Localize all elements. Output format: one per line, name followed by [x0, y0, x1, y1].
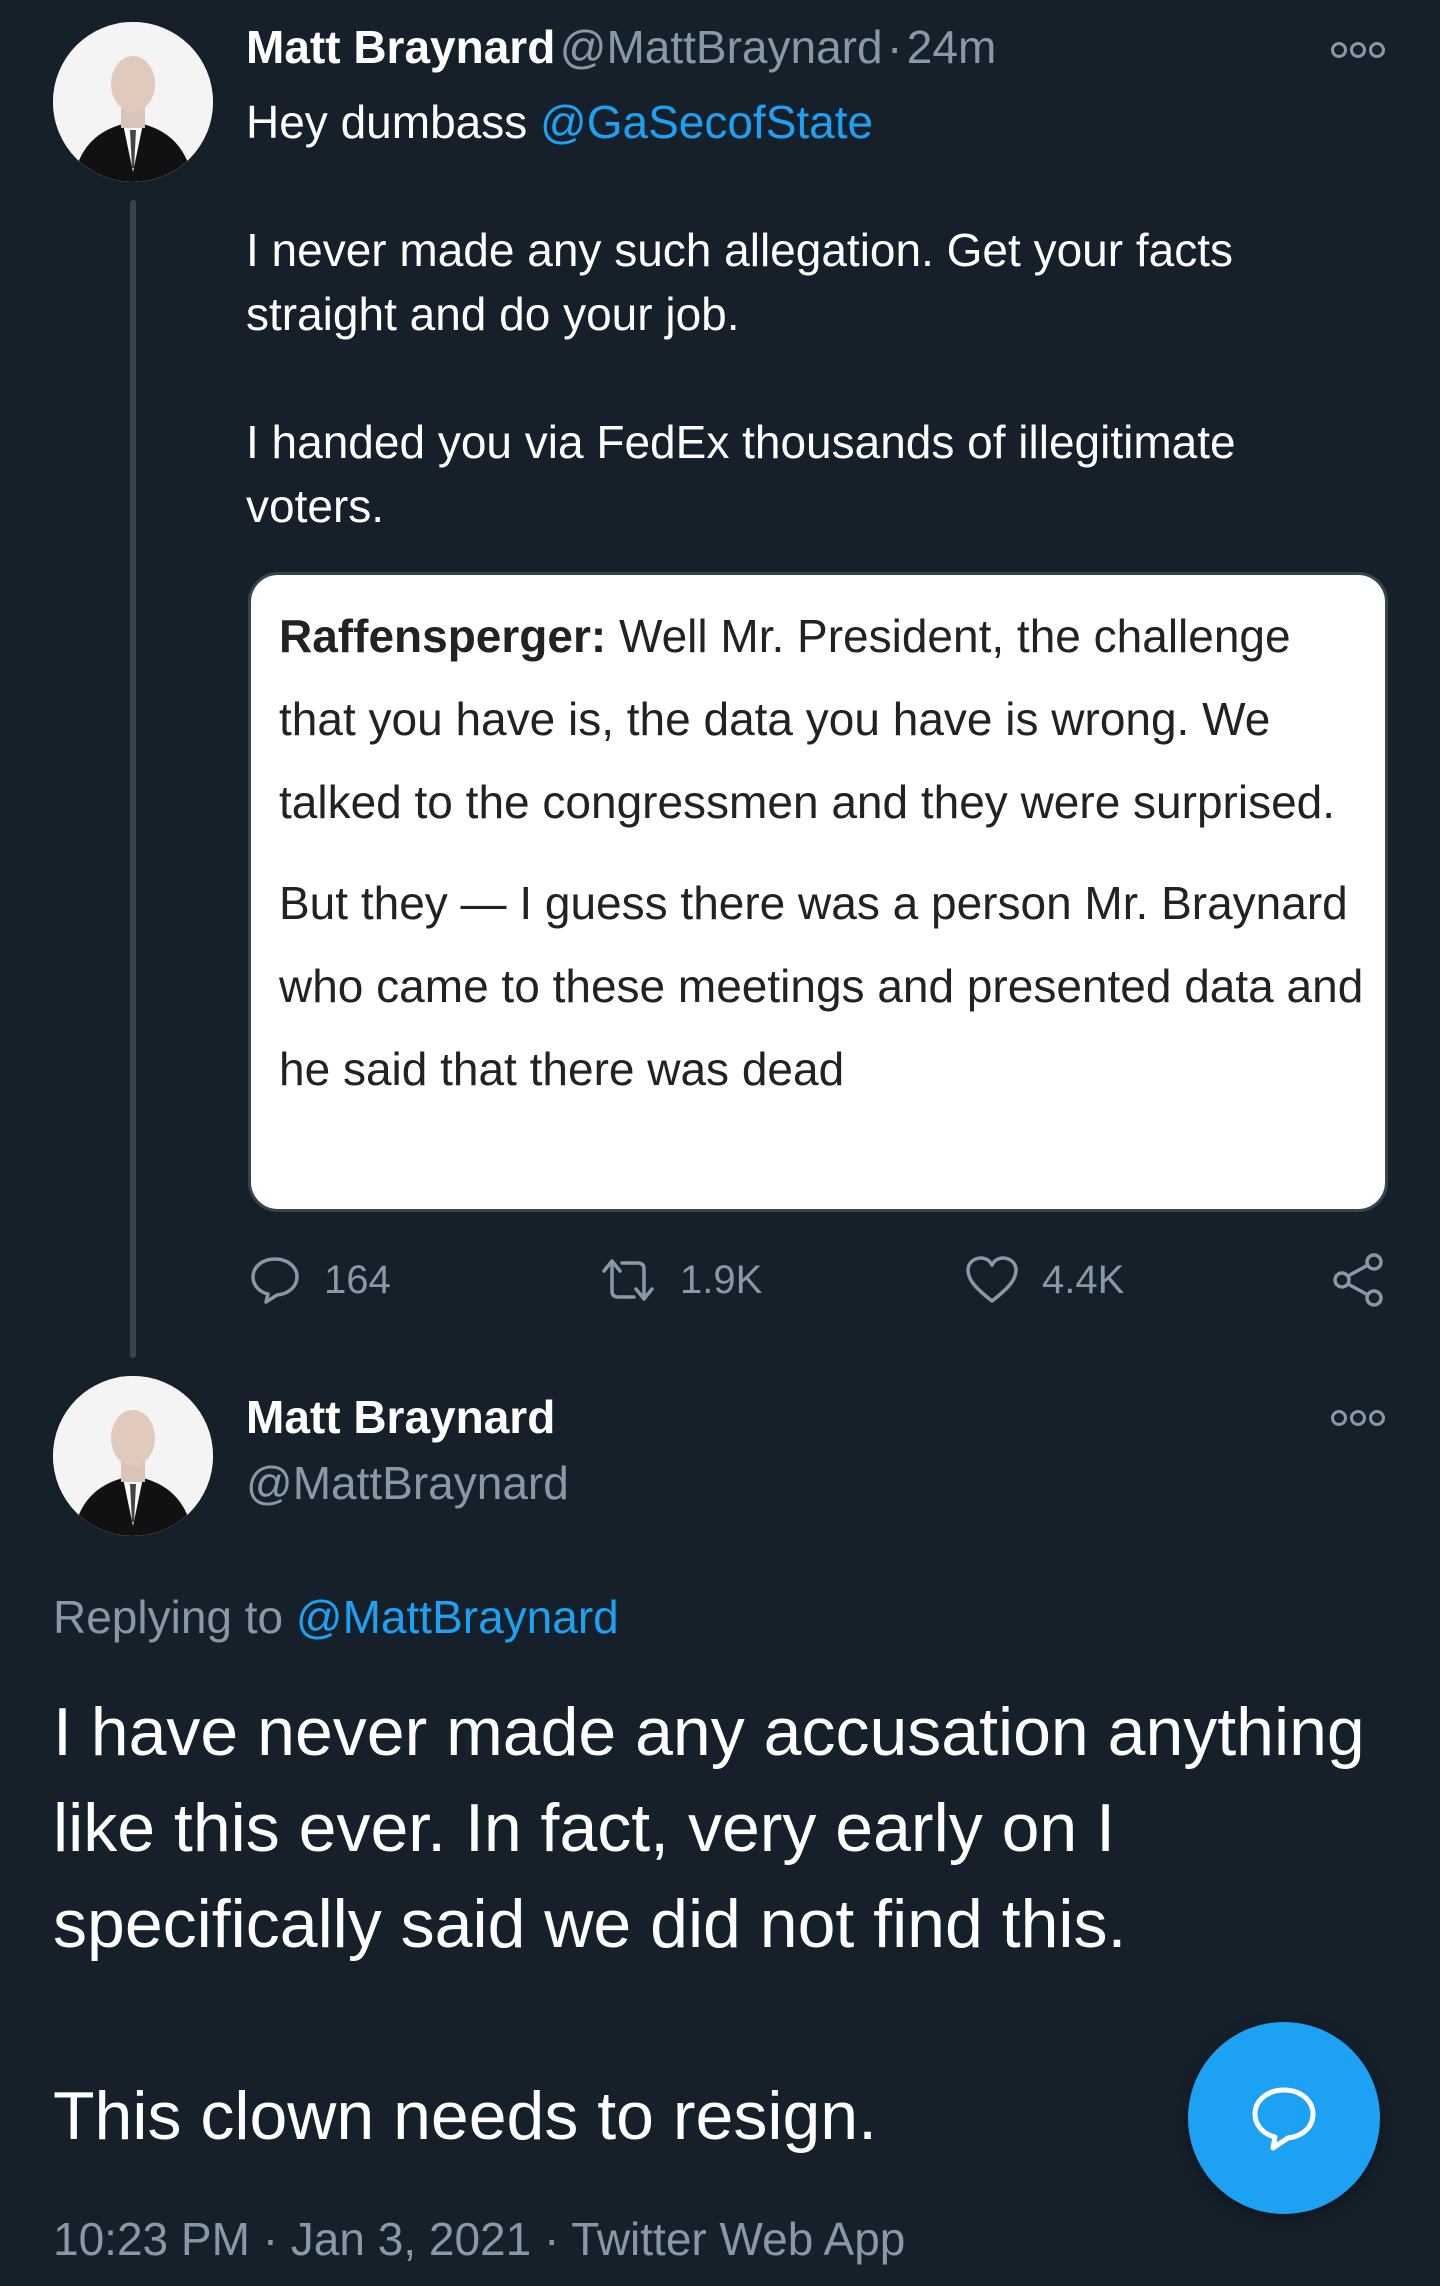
retweet-button[interactable]: 1.9K: [598, 1250, 762, 1310]
avatar[interactable]: [53, 1376, 213, 1536]
author-handle[interactable]: @MattBraynard: [246, 1456, 569, 1510]
tweet-paragraph-1: I have never made any accusation anythin…: [53, 1694, 1365, 1962]
replying-to: Replying to @MattBraynard: [53, 1590, 619, 1644]
reply-button[interactable]: 164: [248, 1250, 391, 1310]
embedded-quote-paragraph-1: Raffensperger: Well Mr. President, the c…: [279, 595, 1369, 844]
replying-to-label: Replying to: [53, 1591, 296, 1643]
compose-reply-button[interactable]: [1188, 2022, 1380, 2214]
avatar[interactable]: [53, 22, 213, 182]
tweet-source[interactable]: Twitter Web App: [571, 2213, 905, 2265]
thread-line: [130, 200, 136, 1358]
author-name[interactable]: Matt Braynard: [246, 1390, 555, 1444]
tweet-paragraph-2: I handed you via FedEx thousands of ille…: [246, 416, 1236, 532]
embedded-image[interactable]: Raffensperger: Well Mr. President, the c…: [248, 572, 1388, 1212]
tweet-date[interactable]: Jan 3, 2021: [291, 2213, 531, 2265]
more-options-button[interactable]: [1330, 40, 1386, 65]
tweet-time[interactable]: 10:23 PM: [53, 2213, 250, 2265]
share-icon: [1333, 1253, 1383, 1307]
author-name[interactable]: Matt Braynard: [246, 21, 555, 73]
tweet-text: Hey dumbass @GaSecofState: [246, 90, 1386, 154]
more-icon: [1331, 42, 1385, 58]
author-handle[interactable]: @MattBraynard: [560, 21, 883, 73]
share-button[interactable]: [1330, 1250, 1386, 1310]
meta-separator: ·: [544, 2213, 560, 2265]
tweet-paragraph-2: This clown needs to resign.: [53, 2078, 877, 2154]
embedded-quote-paragraph-2: But they — I guess there was a person Mr…: [279, 877, 1364, 1095]
meta-separator: ·: [262, 2213, 279, 2265]
like-icon: [966, 1256, 1018, 1303]
retweet-count: 1.9K: [680, 1257, 763, 1302]
retweet-icon: [602, 1259, 654, 1301]
more-options-button[interactable]: [1330, 1408, 1386, 1433]
like-count: 4.4K: [1042, 1257, 1125, 1302]
speaker-name: Raffensperger:: [279, 610, 607, 662]
tweet-paragraph-1: I never made any such allegation. Get yo…: [246, 224, 1233, 340]
reply-icon: [251, 1257, 299, 1304]
tweet-time[interactable]: 24m: [907, 21, 996, 73]
embedded-quote: Raffensperger: Well Mr. President, the c…: [279, 595, 1369, 1111]
time-separator: ·: [887, 21, 903, 73]
tweet-meta: 10:23 PM · Jan 3, 2021 · Twitter Web App: [53, 2212, 905, 2266]
tweet-greeting: Hey dumbass: [246, 96, 541, 148]
compose-reply-icon: [1252, 2087, 1316, 2151]
tweet-header: Matt Braynard @MattBraynard · 24m: [246, 20, 996, 74]
more-icon: [1331, 1410, 1385, 1426]
reply-count: 164: [324, 1257, 391, 1302]
tweet-first-line: Hey dumbass @GaSecofState: [246, 90, 1386, 154]
replying-to-handle[interactable]: @MattBraynard: [296, 1591, 619, 1643]
like-button[interactable]: 4.4K: [964, 1250, 1124, 1310]
mention-link[interactable]: @GaSecofState: [540, 96, 873, 148]
